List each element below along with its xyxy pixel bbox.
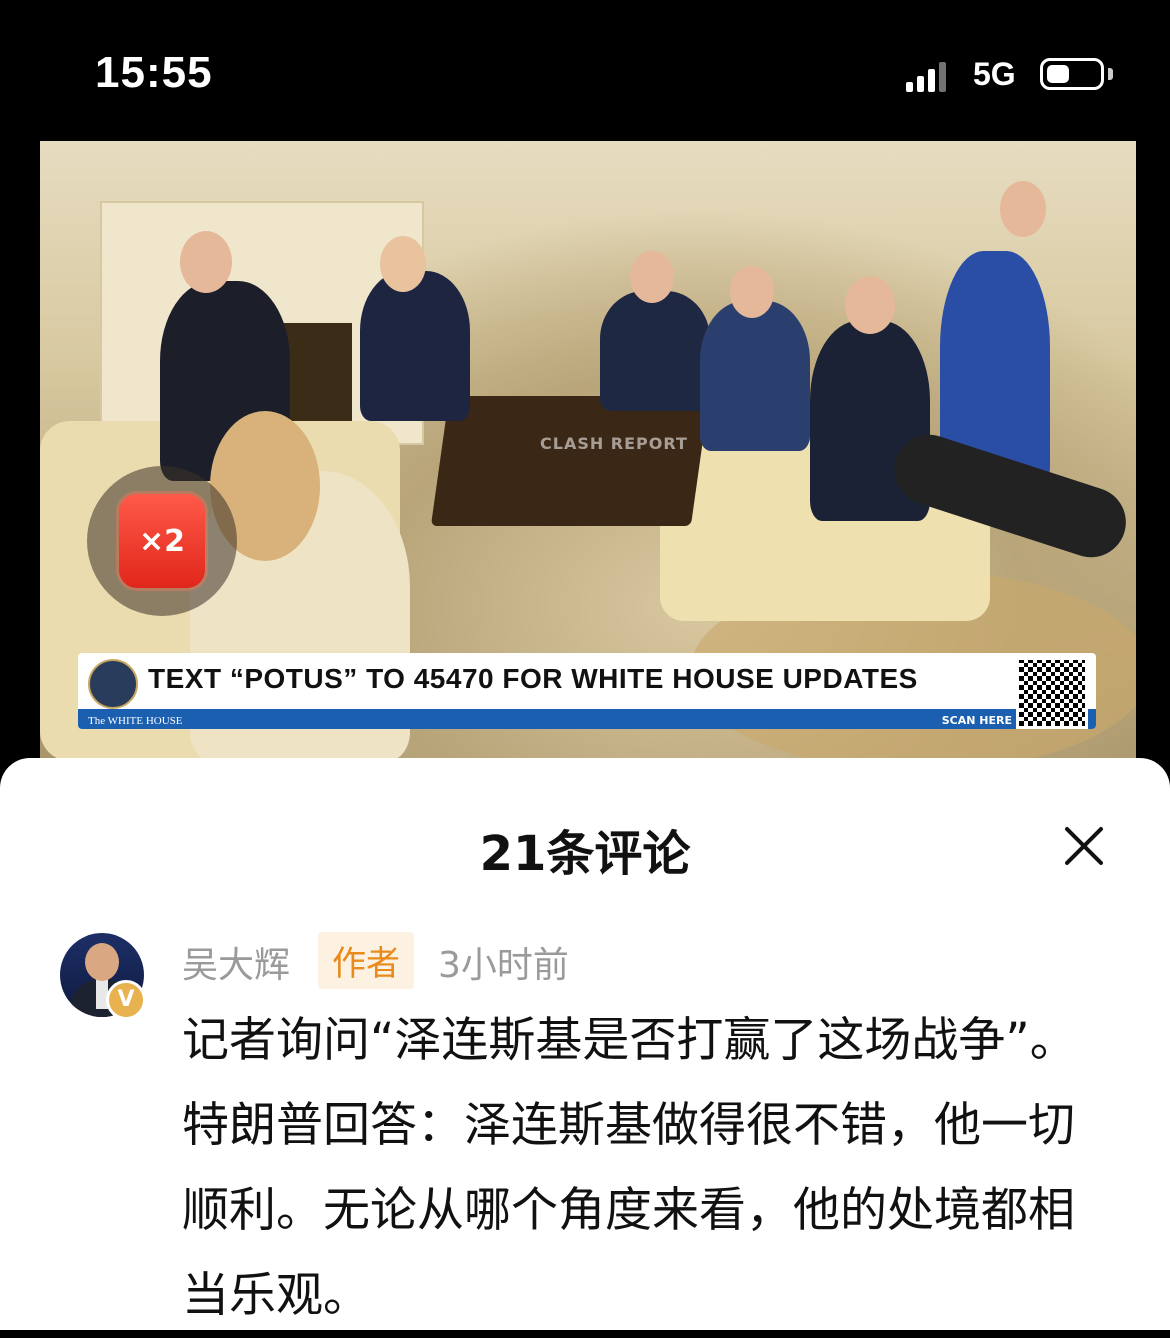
comment-user-name[interactable]: 吴大辉	[182, 936, 290, 988]
video-person-head	[845, 276, 895, 334]
qr-code-icon	[1016, 657, 1088, 729]
video-person	[360, 271, 470, 421]
signal-bars-icon	[906, 60, 946, 92]
video-person-head	[730, 266, 774, 318]
red-packet-icon: ×2	[119, 494, 205, 588]
presidential-seal-icon	[88, 659, 138, 709]
network-type: 5G	[973, 56, 1016, 92]
banner-footer-left: The WHITE HOUSE	[88, 715, 183, 727]
video-person	[700, 301, 810, 451]
banner-footer-right: SCAN HERE	[941, 714, 1012, 727]
video-banner: TEXT “POTUS” TO 45470 FOR WHITE HOUSE UP…	[78, 653, 1096, 729]
banner-headline: TEXT “POTUS” TO 45470 FOR WHITE HOUSE UP…	[148, 663, 918, 694]
battery-icon	[1040, 58, 1104, 90]
comments-panel: 21条评论 V 吴大辉 作者 3小时前 记者询问“泽连斯基是否打赢了这场战争”。…	[0, 758, 1170, 1330]
comment-time: 3小时前	[438, 945, 569, 986]
comments-title: 21条评论	[479, 826, 691, 882]
video-player[interactable]: CLASH REPORT ×2 TEXT “POTUS” TO 45470 FO…	[40, 141, 1136, 761]
video-coffee-table	[430, 396, 710, 526]
status-bar: 15:55 5G	[0, 0, 1170, 140]
verified-badge-icon: V	[106, 980, 146, 1020]
video-person	[600, 291, 710, 411]
author-tag: 作者	[318, 932, 414, 989]
video-person-head	[630, 251, 674, 303]
close-icon[interactable]	[1058, 820, 1110, 872]
video-person-head	[180, 231, 232, 293]
video-person-head	[1000, 181, 1046, 237]
reward-badge[interactable]: ×2	[87, 466, 237, 616]
reward-multiplier: ×2	[138, 524, 185, 559]
battery-tip	[1108, 68, 1113, 80]
video-watermark: CLASH REPORT	[540, 434, 688, 453]
status-time: 15:55	[95, 48, 213, 97]
comment-text[interactable]: 记者询问“泽连斯基是否打赢了这场战争”。 特朗普回答：泽连斯基做得很不错，他一切…	[182, 998, 1112, 1338]
video-person-head	[380, 236, 426, 292]
